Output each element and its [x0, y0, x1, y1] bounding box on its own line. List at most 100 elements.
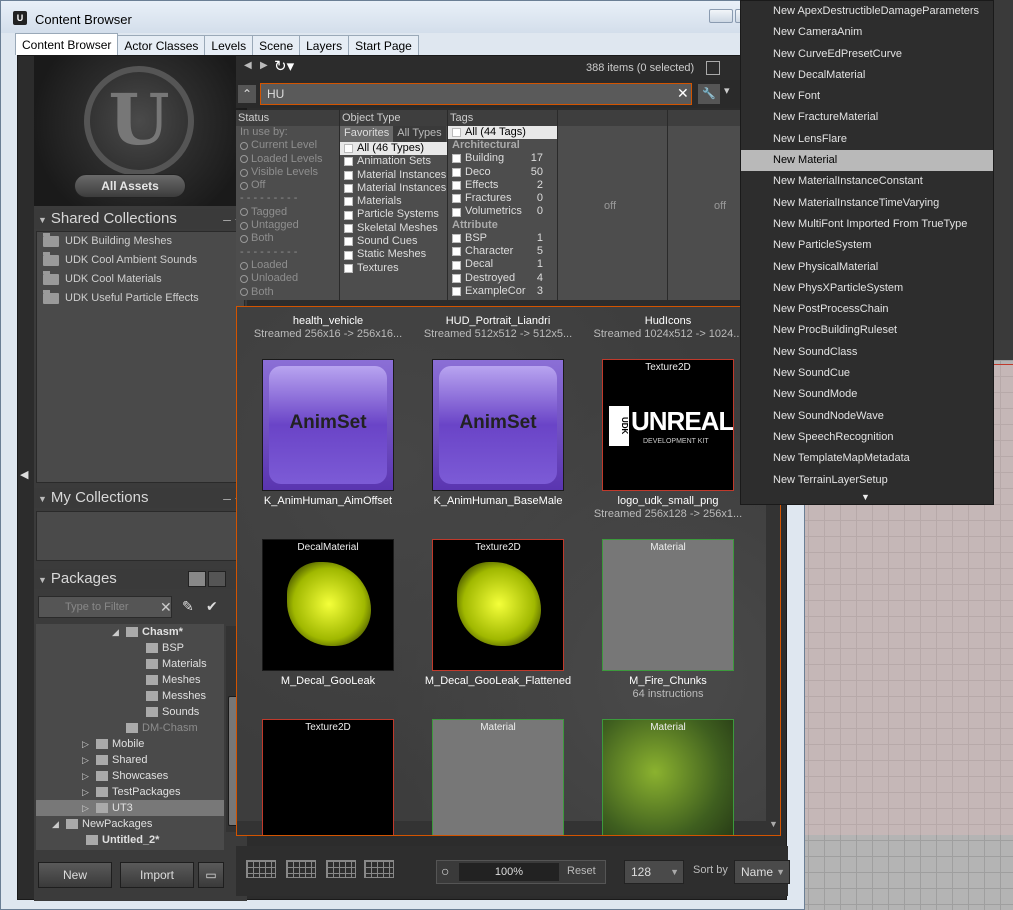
expand-icon[interactable]: ▷: [82, 752, 89, 768]
object-type-option[interactable]: Materials: [340, 195, 447, 208]
search-input[interactable]: HU: [260, 83, 692, 105]
wrench-icon[interactable]: 🔧: [698, 84, 720, 104]
pencil-icon[interactable]: ✎: [182, 598, 194, 615]
import-button[interactable]: Import: [120, 862, 194, 888]
menu-item[interactable]: New CameraAnim: [741, 22, 993, 43]
asset-thumbnail[interactable]: Material: [602, 719, 734, 835]
object-type-option[interactable]: Material Instances: [340, 182, 447, 195]
tree-node[interactable]: BSP: [36, 640, 224, 656]
status-option[interactable]: Current Level: [236, 139, 339, 152]
collection-item[interactable]: UDK Cool Materials: [37, 270, 244, 289]
object-type-option[interactable]: Textures: [340, 262, 447, 275]
scroll-down-icon[interactable]: ▼: [769, 819, 778, 829]
menu-item[interactable]: New FractureMaterial: [741, 107, 993, 128]
tab-content-browser[interactable]: Content Browser: [15, 33, 119, 55]
menu-scroll-down-icon[interactable]: ▼: [861, 492, 870, 502]
all-assets-button[interactable]: All Assets: [74, 174, 186, 198]
menu-item[interactable]: New DecalMaterial: [741, 65, 993, 86]
my-collections-header[interactable]: ▼ My Collections – +: [34, 488, 247, 508]
forward-icon[interactable]: ▶: [260, 60, 268, 71]
all-tags-option[interactable]: All (44 Tags): [448, 126, 557, 140]
tag-option[interactable]: Tagged: [236, 206, 339, 219]
menu-item[interactable]: New PhysXParticleSystem: [741, 278, 993, 299]
packages-header[interactable]: ▼ Packages: [34, 569, 247, 589]
object-type-option[interactable]: Particle Systems: [340, 208, 447, 221]
asset-thumbnail[interactable]: UDK UNREAL DEVELOPMENT KIT Texture2D: [602, 359, 734, 491]
back-icon[interactable]: ◀: [244, 60, 252, 71]
tag-option[interactable]: Decal 1: [448, 258, 557, 271]
tree-node[interactable]: ◢ Chasm*: [36, 624, 224, 640]
asset-caption[interactable]: health_vehicle Streamed 256x16 -> 256x16.…: [243, 315, 413, 341]
sort-select[interactable]: Name ▼: [734, 860, 790, 884]
expand-icon[interactable]: ▷: [82, 768, 89, 784]
expand-icon[interactable]: ▷: [82, 800, 89, 816]
asset-caption[interactable]: M_Decal_GooLeak_Flattened: [413, 675, 583, 688]
list-view-icon[interactable]: [188, 571, 206, 587]
asset-thumbnail[interactable]: Material: [432, 719, 564, 835]
tree-node[interactable]: DM-Chasm: [36, 720, 224, 736]
tab-scene[interactable]: Scene: [252, 35, 301, 55]
asset-thumbnail[interactable]: AnimSet: [262, 359, 394, 491]
collapse-left-icon[interactable]: ◀: [20, 468, 28, 481]
tab-levels[interactable]: Levels: [204, 35, 254, 55]
view-large-icon[interactable]: [246, 860, 276, 878]
collapse-icon[interactable]: ◢: [52, 816, 59, 832]
tree-node[interactable]: Materials: [36, 656, 224, 672]
expand-icon[interactable]: ▷: [82, 736, 89, 752]
minimize-button[interactable]: [709, 9, 733, 23]
tab-actor-classes[interactable]: Actor Classes: [117, 35, 206, 55]
object-type-option[interactable]: Animation Sets: [340, 155, 447, 168]
load-option[interactable]: Loaded: [236, 259, 339, 272]
menu-item[interactable]: New Font: [741, 86, 993, 107]
shared-collections-header[interactable]: ▼ Shared Collections – +: [34, 209, 247, 229]
asset-thumbnail[interactable]: Material: [602, 539, 734, 671]
tree-node[interactable]: ▷ TestPackages: [36, 784, 224, 800]
new-button[interactable]: New: [38, 862, 112, 888]
tag-option[interactable]: Untagged: [236, 219, 339, 232]
tree-view-icon[interactable]: [208, 571, 226, 587]
menu-item[interactable]: New ParticleSystem: [741, 235, 993, 256]
favorites-tab[interactable]: Favorites: [340, 126, 394, 142]
status-option[interactable]: Off: [236, 179, 339, 192]
object-type-option[interactable]: All (46 Types): [340, 142, 447, 156]
view-medium-icon[interactable]: [286, 860, 316, 878]
asset-caption[interactable]: M_Fire_Chunks 64 instructions: [583, 675, 753, 701]
asset-thumbnail[interactable]: Texture2D: [262, 719, 394, 835]
tree-node[interactable]: ▷ Mobile: [36, 736, 224, 752]
menu-item[interactable]: New MultiFont Imported From TrueType: [741, 214, 993, 235]
refresh-icon[interactable]: ↻▾: [274, 57, 294, 75]
status-option[interactable]: Loaded Levels: [236, 153, 339, 166]
search-options-icon[interactable]: ▾: [724, 84, 730, 97]
menu-item[interactable]: New TerrainLayerSetup: [741, 470, 993, 491]
tree-node[interactable]: Messhes: [36, 688, 224, 704]
tag-option[interactable]: Deco 50: [448, 166, 557, 179]
menu-item[interactable]: New PostProcessChain: [741, 299, 993, 320]
menu-item[interactable]: New SpeechRecognition: [741, 427, 993, 448]
status-option[interactable]: Visible Levels: [236, 166, 339, 179]
tab-layers[interactable]: Layers: [299, 35, 350, 55]
menu-item[interactable]: New LensFlare: [741, 129, 993, 150]
tag-option[interactable]: Fractures 0: [448, 192, 557, 205]
collection-item[interactable]: UDK Useful Particle Effects: [37, 289, 244, 308]
menu-item[interactable]: New ApexDestructibleDamageParameters: [741, 1, 993, 22]
reset-zoom-button[interactable]: Reset: [567, 865, 596, 877]
tag-option[interactable]: Both: [236, 232, 339, 245]
asset-caption[interactable]: M_Decal_GooLeak: [243, 675, 413, 688]
asset-caption[interactable]: logo_udk_small_png Streamed 256x128 -> 25…: [583, 495, 753, 521]
grid-options-icon[interactable]: [706, 61, 720, 75]
view-small-icon[interactable]: [326, 860, 356, 878]
clear-search-icon[interactable]: ✕: [677, 85, 689, 102]
package-filter-input[interactable]: Type to Filter: [38, 596, 172, 618]
object-type-option[interactable]: Skeletal Meshes: [340, 222, 447, 235]
tree-node[interactable]: ▷ Shared: [36, 752, 224, 768]
menu-item[interactable]: New SoundNodeWave: [741, 406, 993, 427]
collapse-icon[interactable]: ◢: [112, 624, 119, 640]
menu-item[interactable]: New SoundCue: [741, 363, 993, 384]
checkmark-icon[interactable]: ✔: [206, 598, 218, 615]
object-type-option[interactable]: Static Meshes: [340, 248, 447, 261]
menu-item[interactable]: New MaterialInstanceTimeVarying: [741, 193, 993, 214]
tag-option[interactable]: Character 5: [448, 245, 557, 258]
asset-thumbnail[interactable]: DecalMaterial: [262, 539, 394, 671]
asset-thumbnail[interactable]: Texture2D: [432, 539, 564, 671]
object-type-option[interactable]: Sound Cues: [340, 235, 447, 248]
